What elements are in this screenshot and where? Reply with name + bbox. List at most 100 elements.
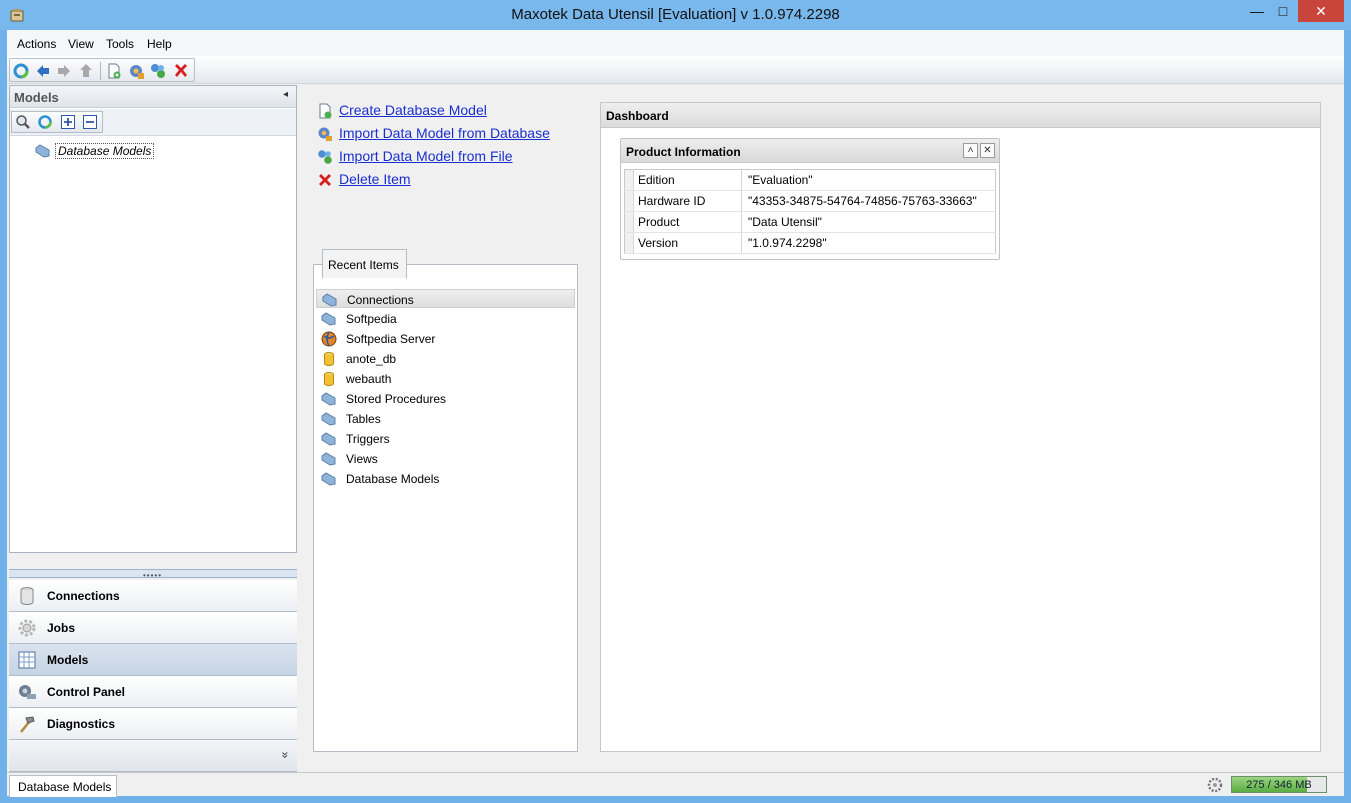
list-item[interactable]: Softpedia Server — [316, 329, 575, 348]
expand-all-icon[interactable] — [60, 114, 76, 130]
list-item[interactable]: webauth — [316, 369, 575, 388]
maximize-button[interactable]: □ — [1270, 0, 1296, 22]
list-item[interactable]: Connections — [316, 289, 575, 308]
list-item[interactable]: Triggers — [316, 429, 575, 448]
nav-label: Jobs — [47, 621, 76, 635]
nav-control-panel[interactable]: Control Panel — [9, 676, 297, 708]
collapse-widget-button[interactable]: ˄ — [963, 143, 978, 158]
tag-icon — [321, 432, 336, 446]
server-globe-icon — [321, 331, 337, 347]
database-cylinder-icon — [324, 352, 334, 366]
panel-splitter[interactable]: ••••• — [9, 569, 297, 580]
action-label[interactable]: Delete Item — [339, 171, 411, 187]
tag-icon — [321, 472, 336, 486]
new-document-icon[interactable] — [105, 62, 123, 80]
tag-icon — [321, 312, 336, 326]
models-panel-title: Models — [14, 90, 59, 105]
database-settings-icon[interactable] — [127, 62, 145, 80]
tag-icon — [322, 293, 337, 307]
nav-label: Models — [47, 653, 89, 667]
property-key: Version — [633, 232, 742, 254]
splitter-grip: ••••• — [143, 571, 163, 580]
collapse-all-icon[interactable] — [82, 114, 98, 130]
property-key: Edition — [633, 169, 742, 191]
search-icon[interactable] — [15, 114, 31, 130]
table-row[interactable]: Hardware ID "43353-34875-54764-74856-757… — [624, 190, 996, 212]
delete-icon[interactable] — [172, 62, 190, 80]
close-button[interactable]: ✕ — [1298, 0, 1344, 22]
list-item[interactable]: Database Models — [316, 469, 575, 488]
list-item-label: Softpedia — [346, 312, 397, 326]
nav-jobs[interactable]: Jobs — [9, 612, 297, 644]
table-row[interactable]: Version "1.0.974.2298" — [624, 232, 996, 254]
models-panel-header: Models ◂ — [10, 86, 296, 108]
refresh-icon[interactable] — [12, 62, 30, 80]
dashboard-panel: Dashboard Product Information ˄ ✕ Editio… — [600, 102, 1321, 752]
database-cylinder-icon — [324, 372, 334, 386]
property-value: "1.0.974.2298" — [741, 232, 996, 254]
row-gutter — [624, 190, 634, 212]
import-database-icon — [318, 127, 332, 141]
hammer-icon — [20, 716, 35, 733]
memory-usage-text: 275 / 346 MB — [1246, 779, 1312, 791]
recent-items-panel: Connections Softpedia Softpedia Server a… — [313, 264, 578, 752]
chevron-down-icon[interactable]: » — [279, 752, 293, 759]
database-icon — [20, 587, 34, 605]
navigation-pane: Connections Jobs Models Control Panel Di… — [9, 580, 297, 772]
list-item[interactable]: Views — [316, 449, 575, 468]
action-label[interactable]: Create Database Model — [339, 102, 487, 118]
menu-bar: Actions View Tools Help — [7, 30, 1344, 56]
nav-models[interactable]: Models — [9, 644, 297, 676]
list-item[interactable]: Tables — [316, 409, 575, 428]
back-arrow-icon[interactable] — [34, 62, 52, 80]
property-key: Product — [633, 211, 742, 233]
close-widget-button[interactable]: ✕ — [980, 143, 995, 158]
action-label[interactable]: Import Data Model from File — [339, 148, 513, 164]
nav-label: Control Panel — [47, 685, 126, 699]
dashboard-title: Dashboard — [606, 109, 669, 123]
list-item[interactable]: Stored Procedures — [316, 389, 575, 408]
tag-icon — [321, 392, 336, 406]
list-item-label: Softpedia Server — [346, 332, 436, 346]
client-area: Actions View Tools Help Models ◂ Databas… — [7, 30, 1344, 797]
menu-help[interactable]: Help — [147, 37, 172, 51]
menu-view[interactable]: View — [68, 37, 94, 51]
new-model-icon — [319, 103, 332, 119]
menu-tools[interactable]: Tools — [106, 37, 134, 51]
toolbar-separator — [100, 62, 101, 80]
table-row[interactable]: Edition "Evaluation" — [624, 169, 996, 191]
list-item-label: Database Models — [346, 472, 440, 486]
table-row[interactable]: Product "Data Utensil" — [624, 211, 996, 233]
row-gutter — [624, 211, 634, 233]
minimize-button[interactable]: — — [1244, 0, 1270, 22]
property-value: "Data Utensil" — [741, 211, 996, 233]
garbage-collect-icon[interactable] — [1207, 777, 1223, 793]
refresh-icon[interactable] — [37, 114, 53, 130]
models-tool-group — [11, 111, 103, 133]
action-label[interactable]: Import Data Model from Database — [339, 125, 550, 141]
gear-icon — [18, 619, 36, 637]
import-file-icon — [318, 150, 332, 164]
status-tab-label: Database Models — [18, 780, 112, 794]
puzzle-icon[interactable] — [149, 62, 167, 80]
nav-diagnostics[interactable]: Diagnostics — [9, 708, 297, 740]
property-value: "43353-34875-54764-74856-75763-33663" — [741, 190, 996, 212]
memory-usage-bar: 275 / 346 MB — [1231, 776, 1327, 793]
title-bar[interactable]: Maxotek Data Utensil [Evaluation] v 1.0.… — [0, 0, 1351, 30]
product-properties-table: Edition "Evaluation" Hardware ID "43353-… — [624, 169, 996, 254]
window-title: Maxotek Data Utensil [Evaluation] v 1.0.… — [511, 6, 840, 23]
forward-arrow-icon[interactable] — [55, 62, 73, 80]
menu-actions[interactable]: Actions — [17, 37, 56, 51]
list-item[interactable]: Softpedia — [316, 309, 575, 328]
up-arrow-icon[interactable] — [77, 62, 95, 80]
list-item[interactable]: anote_db — [316, 349, 575, 368]
recent-items-tab[interactable]: Recent Items — [322, 249, 407, 279]
list-item-label: anote_db — [346, 352, 397, 366]
status-tab-database-models[interactable]: Database Models — [9, 775, 117, 797]
nav-connections[interactable]: Connections — [9, 580, 297, 612]
dashboard-header: Dashboard — [601, 103, 1320, 128]
property-value: "Evaluation" — [741, 169, 996, 191]
models-panel-toolbar — [10, 109, 296, 136]
collapse-panel-button[interactable]: ◂ — [283, 89, 288, 100]
row-gutter — [624, 169, 634, 191]
